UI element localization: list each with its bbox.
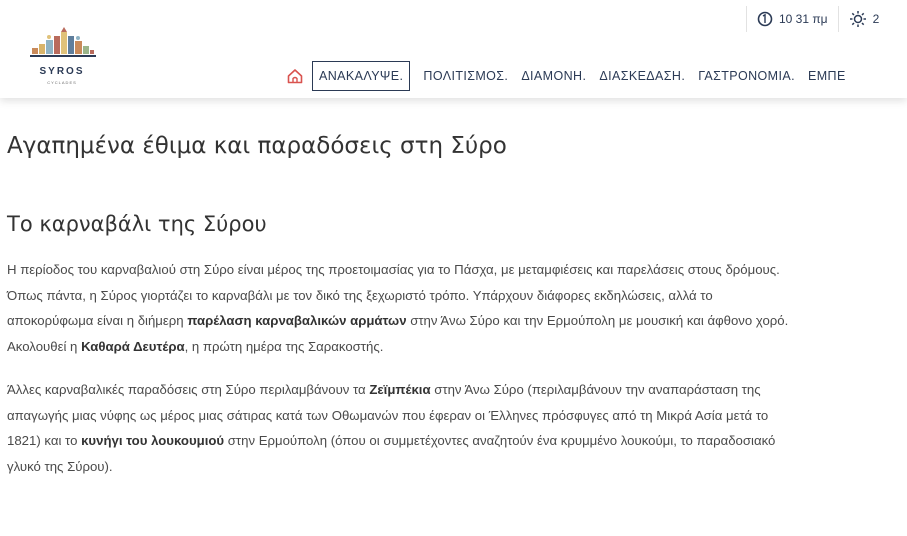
- paragraph-line: Η περίοδος του καρναβαλιού στη Σύρο είνα…: [7, 262, 780, 277]
- paragraph-line: απαγωγής μιας νύφης ως μέρος μιας σάτιρα…: [7, 407, 769, 423]
- paragraph-carnival: Η περίοδος του καρναβαλιού στη Σύρο είνα…: [7, 257, 907, 359]
- clock-widget: 10 31 πμ: [746, 6, 838, 32]
- brand-subtitle: CYCLADES: [47, 80, 77, 85]
- nav-item-entertainment[interactable]: ΔΙΑΣΚΕΔΑΣΗ.: [599, 69, 685, 83]
- paragraph-line: 1821) και το κυνήγι του λουκουμιού στην …: [7, 428, 907, 454]
- paragraph-traditions: Άλλες καρναβαλικές παραδόσεις στη Σύρο π…: [7, 377, 907, 479]
- weather-widget: 2: [837, 6, 890, 32]
- text-run: στην Ερμούπολη (όπου οι συμμετέχοντες αν…: [224, 433, 776, 448]
- current-time: 10 31 πμ: [779, 12, 828, 26]
- bold-text-zeibekia: Ζεϊμπέκια: [369, 382, 431, 397]
- paragraph-line: Ακολουθεί η Καθαρά Δευτέρα, η πρώτη ημέρ…: [7, 334, 907, 360]
- section-title: Το καρναβάλι της Σύρου: [7, 212, 267, 236]
- paragraph-line: Όπως πάντα, η Σύρος γιορτάζει το καρναβά…: [7, 287, 713, 303]
- bold-text-clean-monday: Καθαρά Δευτέρα: [81, 338, 185, 354]
- home-icon[interactable]: [286, 67, 304, 85]
- text-run: 1821) και το: [7, 433, 82, 448]
- clock-icon: [757, 11, 773, 27]
- paragraph-line: γλυκό της Σύρου).: [7, 458, 113, 474]
- paragraph-line: Άλλες καρναβαλικές παραδόσεις στη Σύρο π…: [7, 377, 907, 403]
- temperature: 2: [872, 12, 880, 26]
- text-run: Ακολουθεί η: [7, 338, 82, 354]
- text-run: αποκορύφωμα είναι η διήμερη: [7, 313, 188, 328]
- text-run: , η πρώτη ημέρα της Σαρακοστής.: [184, 338, 384, 354]
- paragraph-line: αποκορύφωμα είναι η διήμερη παρέλαση καρ…: [7, 308, 907, 334]
- main-nav: ΑΝΑΚΑΛΥΨΕ. ΠΟΛΙΤΙΣΜΟΣ. ΔΙΑΜΟΝΗ. ΔΙΑΣΚΕΔΑ…: [286, 61, 859, 91]
- text-run: στην Άνω Σύρο και την Ερμούπολη με μουσι…: [406, 313, 789, 328]
- nav-item-shopping[interactable]: ΕΜΠΕ: [808, 69, 846, 83]
- nav-item-discover[interactable]: ΑΝΑΚΑΛΥΨΕ.: [312, 61, 411, 91]
- sun-icon: [849, 11, 866, 27]
- site-header: SYROS CYCLADES 10 31 πμ 2 ΑΝΑΚΑΛΥΨΕ. ΠΟΛ…: [0, 0, 907, 98]
- page-title: Αγαπημένα έθιμα και παραδόσεις στη Σύρο: [7, 133, 507, 159]
- nav-item-culture[interactable]: ΠΟΛΙΤΙΣΜΟΣ.: [423, 69, 508, 83]
- text-run: στην Άνω Σύρο (περιλαμβάνουν την αναπαρά…: [430, 382, 761, 397]
- syros-logo-icon: [30, 27, 96, 57]
- nav-item-gastronomy[interactable]: ΓΑΣΤΡΟΝΟΜΙΑ.: [698, 69, 795, 83]
- site-logo[interactable]: SYROS CYCLADES: [22, 22, 102, 92]
- bold-text-float-parade: παρέλαση καρναβαλικών αρμάτων: [187, 313, 407, 328]
- nav-item-accommodation[interactable]: ΔΙΑΜΟΝΗ.: [521, 69, 586, 83]
- bold-text-loukoumi-hunt: κυνήγι του λουκουμιού: [81, 433, 225, 448]
- brand-name: SYROS: [39, 66, 85, 77]
- text-run: Άλλες καρναβαλικές παραδόσεις στη Σύρο π…: [7, 382, 370, 397]
- utility-bar: 10 31 πμ 2: [746, 6, 889, 32]
